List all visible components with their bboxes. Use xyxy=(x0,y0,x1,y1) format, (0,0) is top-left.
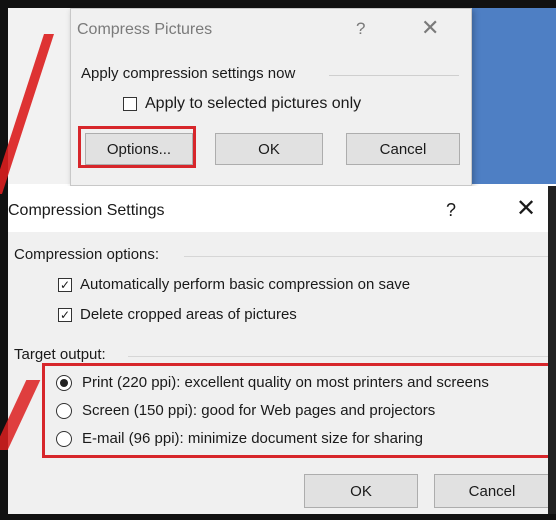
title-bar: Compression Settings ? ✕ xyxy=(8,186,556,232)
target-output-highlight-box xyxy=(42,363,552,458)
close-icon[interactable]: ✕ xyxy=(516,194,536,223)
ok-button-label: OK xyxy=(258,140,280,158)
cancel-button-label: Cancel xyxy=(468,482,516,500)
cancel-button[interactable]: Cancel xyxy=(346,133,460,165)
ok-button-label: OK xyxy=(350,482,372,500)
section-label: Apply compression settings now xyxy=(81,65,296,82)
auto-compress-checkbox[interactable]: ✓ xyxy=(58,277,72,292)
ok-button[interactable]: OK xyxy=(215,133,323,165)
help-button[interactable]: ? xyxy=(446,200,456,221)
options-highlight-box xyxy=(78,126,196,168)
help-button[interactable]: ? xyxy=(356,19,365,39)
dialog-title: Compression Settings xyxy=(8,202,165,219)
compression-settings-dialog: Compression Settings ? ✕ Compression opt… xyxy=(8,186,556,520)
section-divider xyxy=(329,75,459,76)
dialog-title: Compress Pictures xyxy=(77,21,213,38)
target-output-label: Target output: xyxy=(14,346,106,363)
section-divider xyxy=(128,356,548,357)
cancel-button[interactable]: Cancel xyxy=(434,474,550,508)
screen-frame-right xyxy=(548,186,556,520)
close-icon[interactable]: ✕ xyxy=(421,15,439,41)
apply-selected-checkbox[interactable] xyxy=(123,97,137,111)
screen-frame-bottom xyxy=(0,514,556,520)
ok-button[interactable]: OK xyxy=(304,474,418,508)
compression-options-label: Compression options: xyxy=(14,246,160,263)
screen-frame-top xyxy=(0,0,556,8)
cancel-button-label: Cancel xyxy=(379,140,427,158)
section-divider xyxy=(184,256,548,257)
auto-compress-option[interactable]: ✓ Automatically perform basic compressio… xyxy=(58,276,410,293)
apply-selected-option[interactable]: Apply to selected pictures only xyxy=(123,95,361,113)
delete-cropped-option[interactable]: ✓ Delete cropped areas of pictures xyxy=(58,306,297,323)
delete-cropped-checkbox[interactable]: ✓ xyxy=(58,307,72,322)
apply-selected-label: Apply to selected pictures only xyxy=(145,95,362,112)
auto-compress-label: Automatically perform basic compression … xyxy=(80,276,411,293)
delete-cropped-label: Delete cropped areas of pictures xyxy=(80,306,297,323)
